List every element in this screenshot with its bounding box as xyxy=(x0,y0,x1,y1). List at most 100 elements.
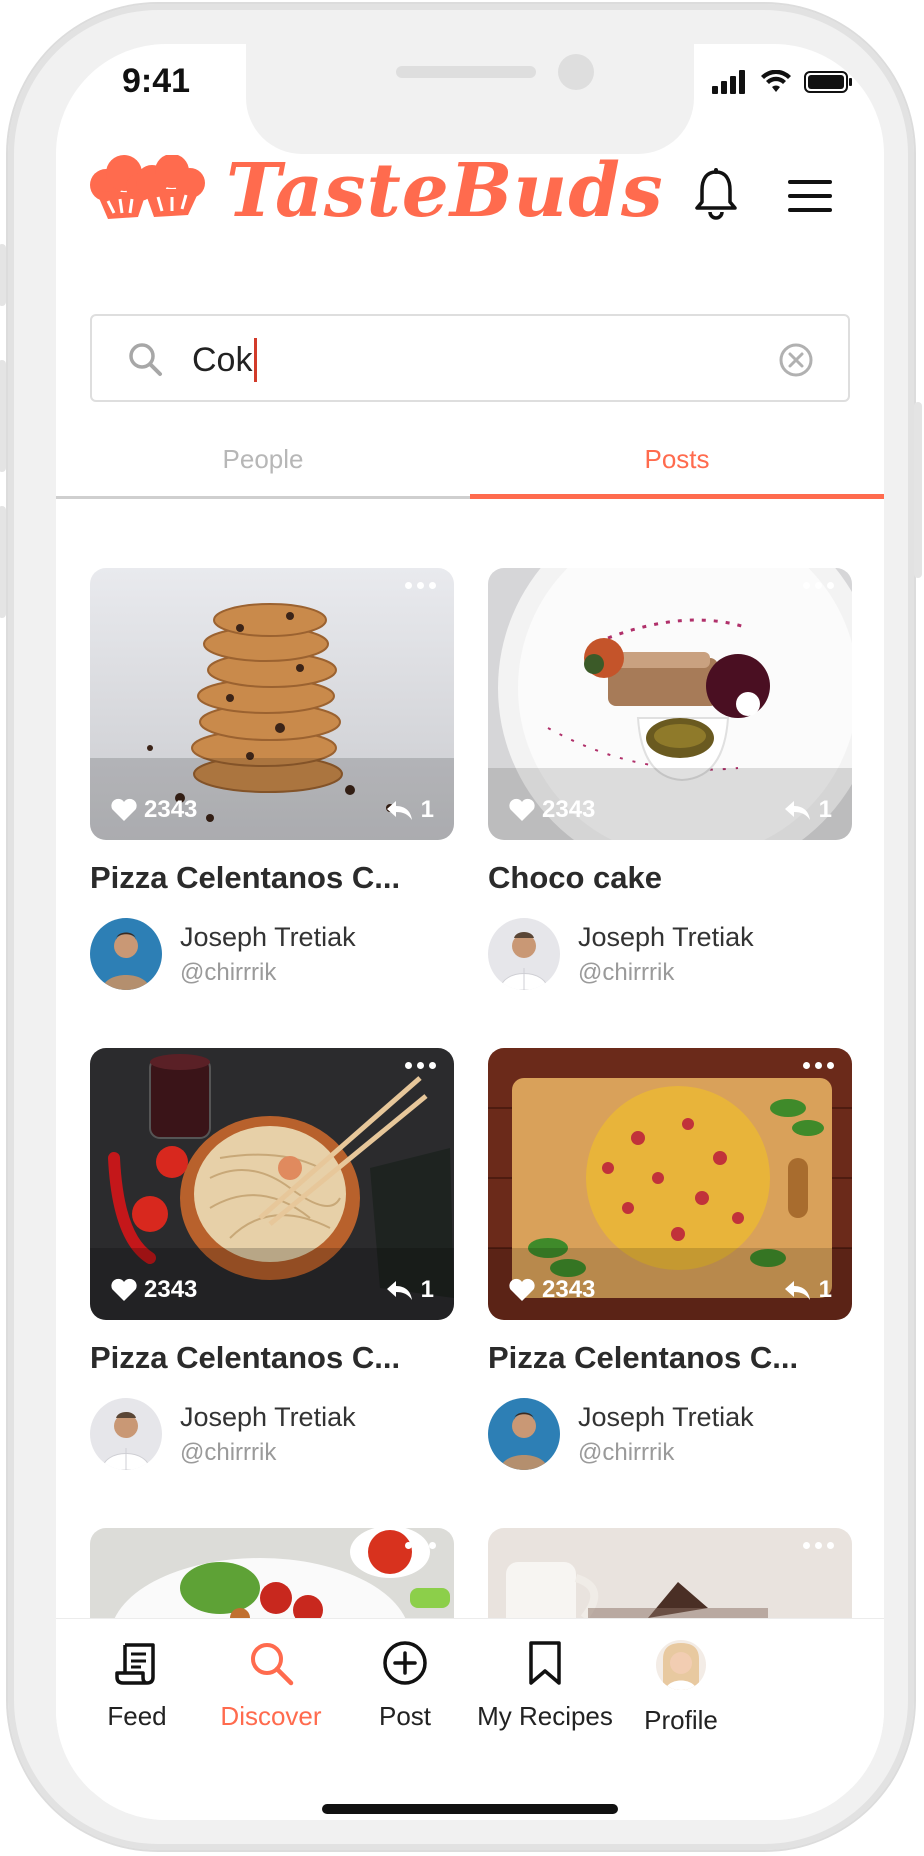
post-title[interactable]: Choco cake xyxy=(488,860,852,896)
front-camera xyxy=(558,54,594,90)
shares-stat[interactable]: 1 xyxy=(783,1276,832,1304)
likes-count: 2343 xyxy=(144,1276,198,1303)
shares-count: 1 xyxy=(818,1276,832,1303)
text-caret xyxy=(254,338,258,382)
status-icons xyxy=(712,70,854,94)
post-card[interactable]: 2343 1 Pizza Celentanos C... Joseph Tret… xyxy=(90,568,454,990)
nav-label: Discover xyxy=(220,1701,322,1731)
home-indicator[interactable] xyxy=(322,1804,618,1814)
heart-icon xyxy=(111,1278,137,1301)
signal-icon xyxy=(712,70,745,94)
avatar xyxy=(90,918,162,990)
author-name: Joseph Tretiak xyxy=(578,921,754,952)
bottom-navigation: Feed Discover Post My Recipes Profile xyxy=(56,1618,884,1820)
likes-count: 2343 xyxy=(542,1276,596,1303)
post-image[interactable]: 2343 1 xyxy=(90,568,454,840)
post-more-icon[interactable] xyxy=(803,1542,834,1549)
feed-icon xyxy=(115,1643,155,1685)
heart-icon xyxy=(111,798,137,821)
nav-label: Post xyxy=(378,1701,432,1731)
mute-switch xyxy=(0,244,6,306)
post-more-icon[interactable] xyxy=(803,582,834,589)
reply-icon xyxy=(386,801,412,820)
clear-search-icon[interactable] xyxy=(778,342,814,378)
post-author[interactable]: Joseph Tretiak @chirrrik xyxy=(488,918,852,990)
battery-icon xyxy=(804,71,852,93)
author-handle: @chirrrik xyxy=(578,958,675,986)
author-handle: @chirrrik xyxy=(578,1438,675,1466)
reply-icon xyxy=(784,1281,810,1300)
bookmark-icon xyxy=(529,1641,561,1685)
app-logo[interactable]: TasteBuds xyxy=(88,148,664,234)
wifi-icon xyxy=(761,70,791,92)
tab-people[interactable]: People xyxy=(56,444,470,475)
tab-underline-active xyxy=(470,494,884,499)
volume-down-button xyxy=(0,506,6,618)
post-author[interactable]: Joseph Tretiak @chirrrik xyxy=(488,1398,852,1470)
search-icon xyxy=(251,1643,294,1686)
tab-underline-inactive xyxy=(56,496,470,499)
speaker xyxy=(396,66,536,78)
status-time: 9:41 xyxy=(122,62,191,100)
heart-icon xyxy=(509,798,535,821)
likes-stat[interactable]: 2343 xyxy=(110,1276,197,1304)
nav-label: Profile xyxy=(644,1705,718,1735)
nav-label: My Recipes xyxy=(477,1701,613,1731)
shares-count: 1 xyxy=(818,796,832,823)
post-card[interactable]: 2343 1 Choco cake Joseph Tretiak @chirrr… xyxy=(488,568,852,990)
notch xyxy=(246,44,694,154)
author-name: Joseph Tretiak xyxy=(578,1401,754,1432)
post-title[interactable]: Pizza Celentanos C... xyxy=(488,1340,852,1376)
profile-avatar xyxy=(656,1640,706,1690)
shares-count: 1 xyxy=(420,796,434,823)
shares-stat[interactable]: 1 xyxy=(783,796,832,824)
post-card[interactable]: 2343 1 Pizza Celentanos C... Joseph Tret… xyxy=(488,1048,852,1470)
nav-item-profile[interactable]: Profile xyxy=(596,1639,766,1736)
post-more-icon[interactable] xyxy=(405,1542,436,1549)
author-name: Joseph Tretiak xyxy=(180,921,356,952)
post-title[interactable]: Pizza Celentanos C... xyxy=(90,860,454,896)
shares-stat[interactable]: 1 xyxy=(385,1276,434,1304)
post-author[interactable]: Joseph Tretiak @chirrrik xyxy=(90,1398,454,1470)
post-image[interactable]: 2343 1 xyxy=(90,1048,454,1320)
chef-hats-icon xyxy=(90,155,205,219)
likes-stat[interactable]: 2343 xyxy=(508,1276,595,1304)
post-title[interactable]: Pizza Celentanos C... xyxy=(90,1340,454,1376)
likes-count: 2343 xyxy=(144,796,198,823)
nav-label: Feed xyxy=(107,1701,167,1731)
author-handle: @chirrrik xyxy=(180,958,277,986)
likes-stat[interactable]: 2343 xyxy=(110,796,197,824)
search-input-text: Cok xyxy=(192,340,253,379)
author-name: Joseph Tretiak xyxy=(180,1401,356,1432)
volume-up-button xyxy=(0,360,6,472)
menu-icon[interactable] xyxy=(788,178,832,214)
post-image[interactable]: 2343 1 xyxy=(488,1048,852,1320)
shares-stat[interactable]: 1 xyxy=(385,796,434,824)
avatar xyxy=(90,1398,162,1470)
reply-icon xyxy=(386,1281,412,1300)
heart-icon xyxy=(509,1278,535,1301)
likes-count: 2343 xyxy=(542,796,596,823)
plus-circle-icon xyxy=(383,1641,427,1685)
post-more-icon[interactable] xyxy=(405,1062,436,1069)
search-icon xyxy=(129,343,162,376)
avatar xyxy=(488,918,560,990)
app-name: TasteBuds xyxy=(226,148,664,234)
tab-posts[interactable]: Posts xyxy=(470,444,884,475)
search-tabs: People Posts xyxy=(56,444,884,499)
post-card[interactable]: 2343 1 Pizza Celentanos C... Joseph Tret… xyxy=(90,1048,454,1470)
search-input[interactable]: Cok xyxy=(192,338,258,382)
reply-icon xyxy=(784,801,810,820)
notification-bell-icon[interactable] xyxy=(692,168,740,220)
post-image[interactable]: 2343 1 xyxy=(488,568,852,840)
post-more-icon[interactable] xyxy=(405,582,436,589)
post-author[interactable]: Joseph Tretiak @chirrrik xyxy=(90,918,454,990)
phone-screen: 9:41 TasteBuds Cok People Posts 2343 1 P… xyxy=(56,44,884,1820)
shares-count: 1 xyxy=(420,1276,434,1303)
search-field[interactable]: Cok xyxy=(90,314,850,402)
likes-stat[interactable]: 2343 xyxy=(508,796,595,824)
power-button xyxy=(914,402,922,578)
author-handle: @chirrrik xyxy=(180,1438,277,1466)
post-more-icon[interactable] xyxy=(803,1062,834,1069)
device-frame: 9:41 TasteBuds Cok People Posts 2343 1 P… xyxy=(0,4,922,1850)
